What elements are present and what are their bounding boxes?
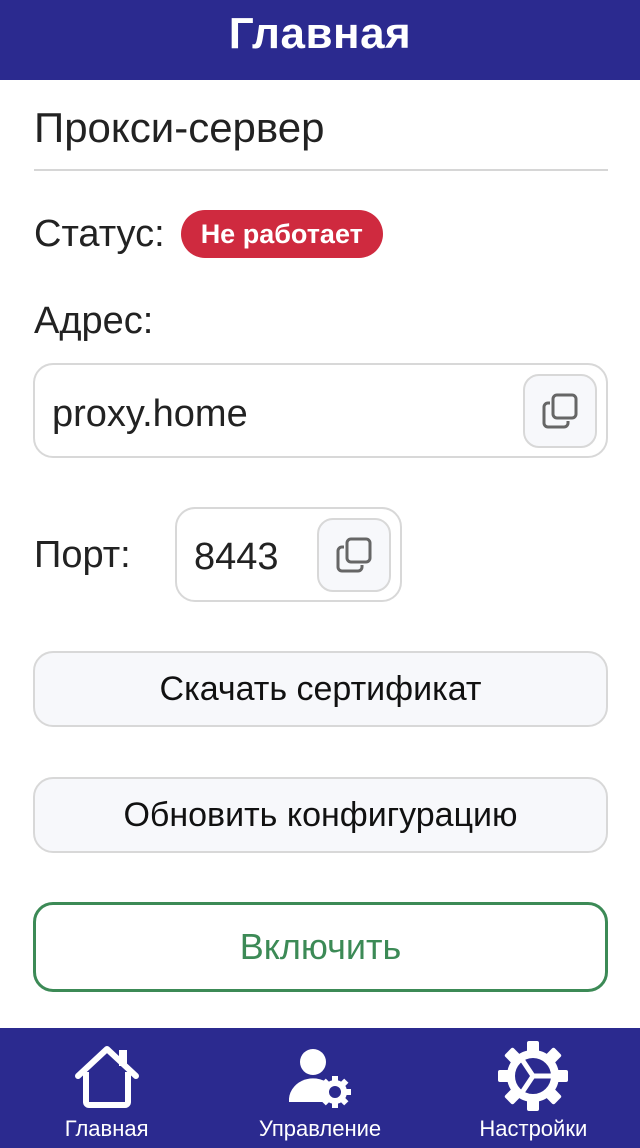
enable-button[interactable]: Включить bbox=[33, 902, 608, 992]
address-label: Адрес: bbox=[34, 300, 154, 342]
top-app-bar: Главная bbox=[0, 0, 640, 80]
status-row: Статус: Не работает bbox=[34, 208, 383, 260]
copy-icon bbox=[336, 537, 372, 573]
user-cog-icon bbox=[285, 1040, 355, 1112]
status-label: Статус: bbox=[34, 212, 165, 255]
port-field: 8443 bbox=[175, 507, 402, 602]
nav-label-home: Главная bbox=[64, 1116, 149, 1141]
update-config-button[interactable]: Обновить конфигурацию bbox=[33, 777, 608, 853]
page-title: Главная bbox=[228, 9, 412, 58]
address-value: proxy.home bbox=[52, 393, 248, 435]
copy-icon bbox=[542, 393, 578, 429]
copy-port-button[interactable] bbox=[317, 518, 391, 592]
nav-label-management: Управление bbox=[258, 1116, 382, 1141]
section-divider bbox=[34, 169, 608, 171]
bottom-navigation: Главная Управление Настройки bbox=[0, 1028, 640, 1148]
port-label: Порт: bbox=[34, 534, 131, 576]
copy-address-button[interactable] bbox=[523, 374, 597, 448]
port-value: 8443 bbox=[194, 536, 279, 578]
nav-label-settings: Настройки bbox=[479, 1116, 588, 1141]
status-badge: Не работает bbox=[180, 210, 383, 258]
nav-item-settings[interactable]: Настройки bbox=[427, 1028, 640, 1148]
download-certificate-button[interactable]: Скачать сертификат bbox=[33, 651, 608, 727]
nav-item-home[interactable]: Главная bbox=[0, 1028, 213, 1148]
home-icon bbox=[72, 1040, 142, 1112]
address-field: proxy.home bbox=[33, 363, 608, 458]
nav-item-management[interactable]: Управление bbox=[213, 1028, 426, 1148]
settings-gear-icon bbox=[497, 1040, 569, 1112]
section-title: Прокси-сервер bbox=[34, 104, 325, 151]
